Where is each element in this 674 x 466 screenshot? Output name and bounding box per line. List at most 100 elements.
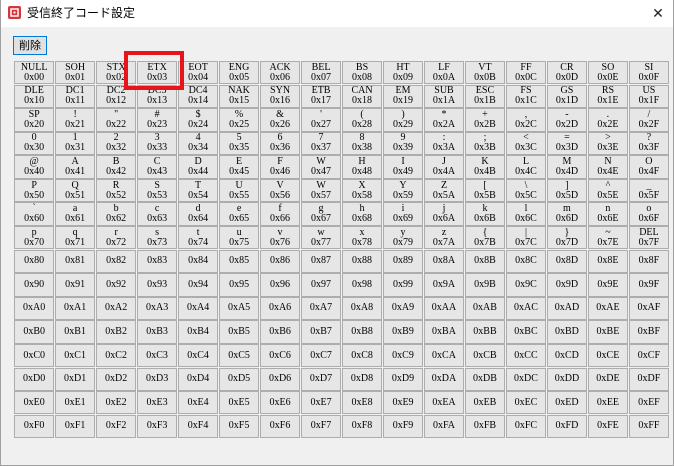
code-button[interactable]: 0xF8 (341, 414, 383, 439)
code-button[interactable]: 0xB0 (14, 320, 55, 344)
code-button[interactable]: 0xC7 (300, 343, 342, 368)
code-button[interactable]: 5 0x35 (218, 131, 260, 156)
code-button[interactable]: 0xBC (505, 320, 547, 344)
code-button[interactable]: 0xFE (587, 414, 629, 439)
code-button[interactable]: ESC 0x1B (464, 84, 506, 108)
code-button[interactable]: s 0x73 (136, 226, 178, 250)
code-button[interactable]: 0xED (546, 391, 588, 415)
code-button[interactable]: g 0x67 (300, 202, 342, 226)
code-button[interactable]: o 0x6F (628, 202, 670, 226)
code-button[interactable]: 0xF4 (177, 414, 219, 439)
code-button[interactable]: 0xA0 (14, 296, 55, 321)
code-button[interactable]: 0xBD (546, 320, 588, 344)
code-button[interactable]: 0xD2 (95, 367, 137, 391)
code-button[interactable]: EM 0x19 (382, 84, 424, 108)
code-button[interactable]: 0x92 (95, 273, 137, 297)
code-button[interactable]: SI 0x0F (628, 61, 670, 85)
code-button[interactable]: ~0x7E (587, 226, 629, 250)
code-button[interactable]: 0xE5 (218, 391, 260, 415)
code-button[interactable]: @0x40 (14, 155, 55, 179)
code-button[interactable]: BS 0x08 (341, 61, 383, 85)
code-button[interactable]: 0xE7 (300, 391, 342, 415)
code-button[interactable]: X 0x58 (341, 178, 383, 203)
code-button[interactable]: 0xDE (587, 367, 629, 391)
code-button[interactable]: ] 0x5D (546, 178, 588, 203)
code-button[interactable]: 0xDC (505, 367, 547, 391)
code-button[interactable]: 2 0x32 (95, 131, 137, 156)
code-button[interactable]: 0x9D (546, 273, 588, 297)
code-button[interactable]: 0x95 (218, 273, 260, 297)
code-button[interactable]: GS 0x1D (546, 84, 588, 108)
code-button[interactable]: 0x99 (382, 273, 424, 297)
code-button[interactable]: 0xEE (587, 391, 629, 415)
code-button[interactable]: -0x2D (546, 108, 588, 132)
code-button[interactable]: 0xD5 (218, 367, 260, 391)
code-button[interactable]: O 0x4F (628, 155, 670, 179)
code-button[interactable]: k 0x6B (464, 202, 506, 226)
code-button[interactable]: 0xC9 (382, 343, 424, 368)
code-button[interactable]: [0x5B (464, 178, 506, 203)
code-button[interactable]: 0xC8 (341, 343, 383, 368)
code-button[interactable]: #0x23 (136, 108, 178, 132)
code-button[interactable]: 0xCB (464, 343, 506, 368)
code-button[interactable]: 0xD4 (177, 367, 219, 391)
code-button[interactable]: 0xC1 (54, 343, 96, 368)
code-button[interactable]: 0x8A (423, 249, 465, 274)
code-button[interactable]: W 0x47 (300, 155, 342, 179)
code-button[interactable]: 0x82 (95, 249, 137, 274)
code-button[interactable]: FF 0x0C (505, 61, 547, 85)
code-button[interactable]: & 0x26 (259, 108, 301, 132)
code-button[interactable]: 0x96 (259, 273, 301, 297)
code-button[interactable]: LF 0x0A (423, 61, 465, 85)
code-button[interactable]: VT 0x0B (464, 61, 506, 85)
code-button[interactable]: 0x84 (177, 249, 219, 274)
code-button[interactable]: H 0x48 (341, 155, 383, 179)
code-button[interactable]: M 0x4D (546, 155, 588, 179)
code-button[interactable]: 8 0x38 (341, 131, 383, 156)
code-button[interactable]: 0xD8 (341, 367, 383, 391)
code-button[interactable]: 0x9C (505, 273, 547, 297)
code-button[interactable]: j 0x6A (423, 202, 465, 226)
code-button[interactable]: ^ 0x5E (587, 178, 629, 203)
code-button[interactable]: 0xA1 (54, 296, 96, 321)
code-button[interactable]: 0xB9 (382, 320, 424, 344)
code-button[interactable]: x 0x78 (341, 226, 383, 250)
code-button[interactable]: ` 0x60 (14, 202, 55, 226)
code-button[interactable]: <0x3C (505, 131, 547, 156)
code-button[interactable]: DC1 0x11 (54, 84, 96, 108)
code-button[interactable]: 0xD3 (136, 367, 178, 391)
code-button[interactable]: 0xA8 (341, 296, 383, 321)
code-button[interactable]: 0x9B (464, 273, 506, 297)
close-button[interactable]: ✕ (643, 0, 673, 27)
code-button[interactable]: $0x24 (177, 108, 219, 132)
code-button[interactable]: w 0x77 (300, 226, 342, 250)
code-button[interactable]: y 0x79 (382, 226, 424, 250)
code-button[interactable]: K 0x4B (464, 155, 506, 179)
code-button[interactable]: 0xD1 (54, 367, 96, 391)
code-button[interactable]: \ 0x5C (505, 178, 547, 203)
code-button[interactable]: {0x7B (464, 226, 506, 250)
code-button[interactable]: CAN 0x18 (341, 84, 383, 108)
code-button[interactable]: 0xFD (546, 414, 588, 439)
code-button[interactable]: 0xD6 (259, 367, 301, 391)
code-button[interactable]: 0xD9 (382, 367, 424, 391)
code-button[interactable]: 0xF9 (382, 414, 424, 439)
code-button[interactable]: 0xC4 (177, 343, 219, 368)
code-button[interactable]: 0xBB (464, 320, 506, 344)
code-button[interactable]: SOH 0x01 (54, 61, 96, 85)
code-button[interactable]: 0 0x30 (14, 131, 55, 156)
code-button[interactable]: ! 0x21 (54, 108, 96, 132)
code-button[interactable]: (0x28 (341, 108, 383, 132)
code-button[interactable]: n 0x6E (587, 202, 629, 226)
code-button[interactable]: 0xE8 (341, 391, 383, 415)
code-button[interactable]: 0x94 (177, 273, 219, 297)
code-button[interactable]: 0xA6 (259, 296, 301, 321)
code-button[interactable]: 0xC5 (218, 343, 260, 368)
code-button[interactable]: 0xB5 (218, 320, 260, 344)
code-button[interactable]: SP 0x20 (14, 108, 55, 132)
code-button[interactable]: " 0x22 (95, 108, 137, 132)
code-button[interactable]: 0xBE (587, 320, 629, 344)
code-button[interactable]: 0x91 (54, 273, 96, 297)
code-button[interactable]: r 0x72 (95, 226, 137, 250)
code-button[interactable]: 0x89 (382, 249, 424, 274)
